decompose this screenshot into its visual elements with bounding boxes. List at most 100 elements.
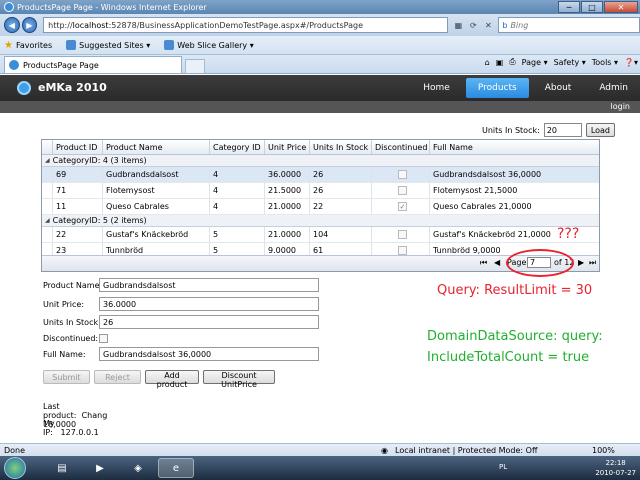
nav-admin[interactable]: Admin <box>587 78 640 98</box>
cell-discontinued: ✓ <box>372 199 430 214</box>
col-unit-price[interactable]: Unit Price <box>265 140 310 154</box>
zoom-level[interactable]: 100% <box>592 446 615 455</box>
load-button[interactable]: Load <box>585 123 616 137</box>
url-path: :52878/BusinessApplicationDemoTestPage.a… <box>108 20 364 30</box>
row-marker <box>42 183 53 198</box>
discontinued-checkbox[interactable] <box>398 246 407 255</box>
discount-unit-price-button[interactable]: Discount UnitPrice <box>203 370 275 389</box>
units-filter-input[interactable] <box>543 123 582 137</box>
pager-first-button[interactable]: ⏮ <box>480 258 487 268</box>
cell-full-name: Flotemysost 21,5000 <box>433 186 518 195</box>
minimize-button[interactable]: ─ <box>558 1 580 13</box>
row-marker <box>42 227 53 242</box>
last-product-label: Last product: <box>43 402 77 420</box>
address-toolbar: ◀ ▶ http://localhost:52878/BusinessAppli… <box>0 14 640 36</box>
col-discontinued[interactable]: Discontinued <box>372 140 430 154</box>
zone-text: Local intranet | Protected Mode: Off <box>395 446 538 455</box>
unit-price-field[interactable] <box>99 297 319 311</box>
nav-home[interactable]: Home <box>411 78 462 98</box>
close-button[interactable]: ✕ <box>604 1 638 13</box>
favorites-button[interactable]: Favorites <box>16 41 52 50</box>
cell-units-in-stock: 104 <box>310 227 372 242</box>
table-row[interactable]: 69 Gudbrandsdalsost 4 36.0000 26 Gudbran… <box>42 167 599 183</box>
discontinued-checkbox-checked[interactable]: ✓ <box>398 202 407 211</box>
page-menu[interactable]: Page ▾ <box>522 58 548 67</box>
table-row[interactable]: 11 Queso Cabrales 4 21.0000 22 ✓ Queso C… <box>42 199 599 215</box>
feeds-icon[interactable]: ▣ <box>496 58 504 67</box>
group-label: CategoryID: 5 (2 items) <box>52 216 147 225</box>
cell-category-id: 5 <box>210 227 265 242</box>
cell-product-name: Flotemysost <box>103 183 210 198</box>
compatibility-icon[interactable]: ▦ <box>452 19 464 31</box>
suggested-sites-link[interactable]: Suggested Sites ▾ <box>66 40 150 50</box>
pager-next-button[interactable]: ▶ <box>578 258 584 267</box>
start-button[interactable] <box>4 457 26 479</box>
tab-ie-icon <box>9 60 19 70</box>
table-row[interactable]: 71 Flotemysost 4 21.5000 26 Flotemysost … <box>42 183 599 199</box>
nav-products[interactable]: Products <box>465 78 529 98</box>
taskbar: ▤ ▶ ◈ e PL 22:18 2010-07-27 <box>0 456 640 480</box>
reject-button[interactable]: Reject <box>94 370 141 384</box>
col-full-name[interactable]: Full Name <box>430 140 599 154</box>
form-buttons: Submit Reject Add product Discount UnitP… <box>43 370 275 389</box>
home-icon[interactable]: ⌂ <box>485 58 490 67</box>
taskbar-media-player-icon[interactable]: ▶ <box>82 458 118 478</box>
taskbar-explorer-icon[interactable]: ▤ <box>44 458 80 478</box>
discontinued-checkbox[interactable] <box>398 186 407 195</box>
grid-header-spacer <box>42 140 53 154</box>
taskbar-paint-icon[interactable]: ◈ <box>120 458 156 478</box>
tray-date: 2010-07-27 <box>595 469 636 477</box>
favorites-star-icon[interactable]: ★ <box>4 40 13 51</box>
col-product-name[interactable]: Product Name <box>103 140 210 154</box>
collapse-icon[interactable]: ◢ <box>45 157 50 164</box>
group-header-category-5[interactable]: ◢ CategoryID: 5 (2 items) <box>42 215 599 227</box>
forward-button[interactable]: ▶ <box>21 17 38 33</box>
bing-icon: b <box>502 20 508 30</box>
units-in-stock-label: Units In Stock: <box>43 317 101 327</box>
tools-menu[interactable]: Tools ▾ <box>592 58 618 67</box>
submit-button[interactable]: Submit <box>43 370 90 384</box>
col-product-id[interactable]: Product ID <box>53 140 103 154</box>
discontinued-field-checkbox[interactable] <box>99 334 108 343</box>
tray-clock[interactable]: 22:18 2010-07-27 <box>595 458 636 478</box>
login-link[interactable]: login <box>611 102 631 111</box>
col-category-id[interactable]: Category ID <box>210 140 265 154</box>
full-name-field[interactable] <box>99 347 319 361</box>
print-icon[interactable]: ⎙ <box>509 57 515 67</box>
tray-language[interactable]: PL <box>499 463 507 471</box>
group-header-category-4[interactable]: ◢ CategoryID: 4 (3 items) <box>42 155 599 167</box>
row-marker <box>42 199 53 214</box>
discontinued-checkbox[interactable] <box>398 230 407 239</box>
cell-unit-price: 21.5000 <box>265 183 310 198</box>
taskbar-ie-icon[interactable]: e <box>158 458 194 478</box>
collapse-icon[interactable]: ◢ <box>45 217 50 224</box>
refresh-icon[interactable]: ⟳ <box>467 19 479 31</box>
table-row[interactable]: 22 Gustaf's Knäckebröd 5 21.0000 104 Gus… <box>42 227 599 243</box>
search-input[interactable]: b Bing <box>498 17 640 33</box>
full-name-label: Full Name: <box>43 349 86 359</box>
help-menu[interactable]: ❓▾ <box>624 58 638 67</box>
pager-last-button[interactable]: ⏭ <box>589 258 596 268</box>
nav-about[interactable]: About <box>533 78 584 98</box>
cell-product-id: 11 <box>53 199 103 214</box>
url-host: localhost <box>72 20 109 30</box>
add-product-button[interactable]: Add product <box>145 370 199 389</box>
col-units-in-stock[interactable]: Units In Stock ▾ <box>310 140 372 154</box>
back-button[interactable]: ◀ <box>4 17 20 33</box>
suggested-sites-icon <box>66 40 77 50</box>
stop-icon[interactable]: ✕ <box>482 19 494 31</box>
safety-menu[interactable]: Safety ▾ <box>554 58 586 67</box>
units-in-stock-field[interactable] <box>99 315 319 329</box>
product-name-field[interactable] <box>99 278 319 292</box>
web-slice-gallery-link[interactable]: Web Slice Gallery ▾ <box>164 40 254 50</box>
discontinued-checkbox[interactable] <box>398 170 407 179</box>
url-prefix: http:// <box>48 20 73 30</box>
pager-prev-button[interactable]: ◀ <box>494 258 500 267</box>
ie-icon <box>4 2 14 12</box>
tab-products-page[interactable]: ProductsPage Page <box>4 56 182 73</box>
new-tab-button[interactable] <box>185 59 205 73</box>
cell-category-id: 4 <box>210 183 265 198</box>
cell-discontinued <box>372 167 430 182</box>
maximize-button[interactable]: □ <box>581 1 603 13</box>
address-bar[interactable]: http://localhost:52878/BusinessApplicati… <box>43 17 449 33</box>
